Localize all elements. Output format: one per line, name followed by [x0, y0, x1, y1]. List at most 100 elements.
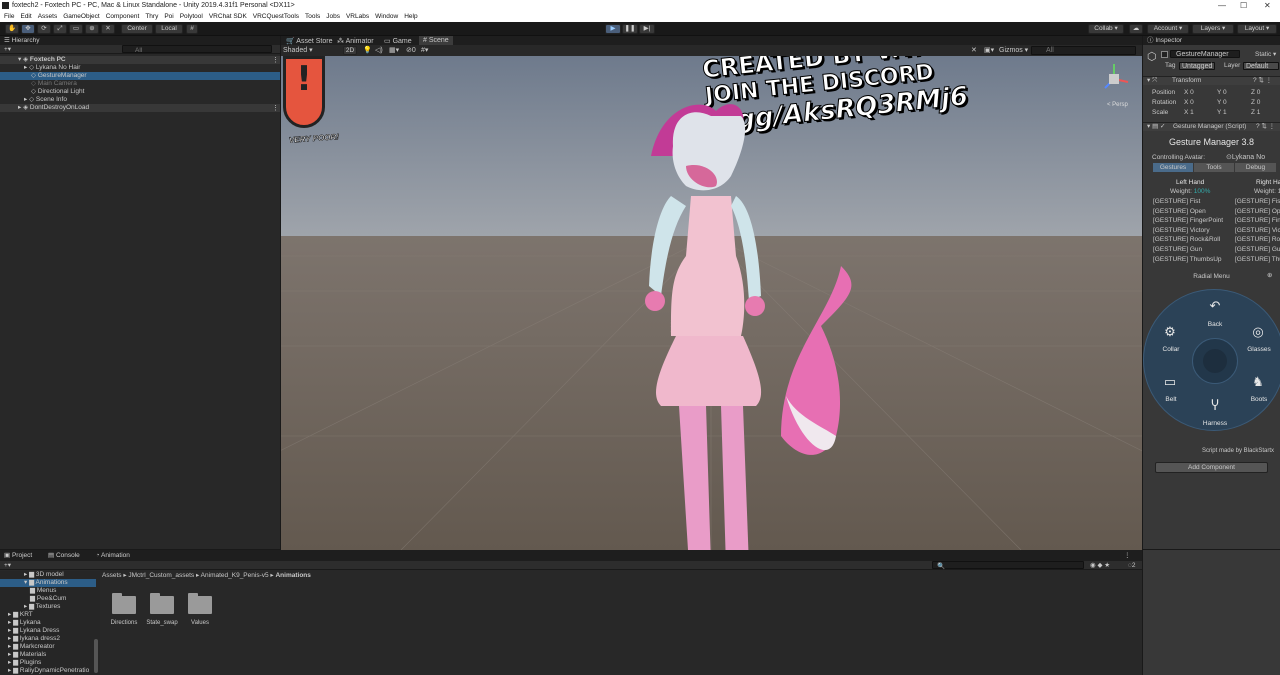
grid-snap-icon[interactable]: #	[186, 24, 198, 34]
maximize-button[interactable]: ☐	[1240, 0, 1247, 11]
scale-tool-icon[interactable]: ⤢	[53, 24, 67, 34]
gesture-left-fingerpoint[interactable]: [GESTURE] FingerPoint	[1153, 217, 1223, 225]
gesture-right-open[interactable]: [GESTURE] Ope	[1235, 208, 1280, 216]
hierarchy-search-input[interactable]: All	[122, 45, 272, 54]
hierarchy-item-scene-info[interactable]: ▸ ◇ Scene Info	[0, 96, 280, 104]
hierarchy-item-dontdestroyonload[interactable]: ▸ ◈ DontDestroyOnLoad	[0, 104, 280, 112]
move-tool-icon[interactable]: ✥	[21, 24, 35, 34]
tree-item-lykana-dress2[interactable]: ▸ ▆ lykana dress2	[8, 635, 60, 643]
layer-dropdown[interactable]: Default	[1243, 62, 1279, 70]
hand-tool-icon[interactable]: ✋	[5, 24, 19, 34]
hierarchy-item-gesturemanager[interactable]: ◇ GestureManager	[0, 72, 280, 80]
audio-icon[interactable]: ◁)	[375, 46, 383, 54]
account-dropdown[interactable]: Account ▾	[1147, 24, 1189, 34]
close-button[interactable]: ✕	[1264, 0, 1271, 11]
static-dropdown[interactable]: Static ▾	[1255, 51, 1276, 59]
scene-search-input[interactable]: All	[1031, 46, 1136, 55]
hidden-objects-icon[interactable]: ⊘0	[406, 46, 416, 54]
gesture-right-gun[interactable]: [GESTURE] Gun	[1235, 246, 1280, 254]
rotation-z[interactable]: Z 0	[1251, 99, 1260, 107]
breadcrumb-assets[interactable]: Assets	[102, 572, 122, 579]
menu-vrchat-sdk[interactable]: VRChat SDK	[209, 11, 247, 22]
radial-harness-label[interactable]: Harness	[1195, 420, 1235, 427]
back-icon[interactable]: ↶	[1205, 298, 1225, 314]
scene-viewport[interactable]: CREATED BY V.T. JOIN THE DISCORD d.gg/Ak…	[281, 56, 1142, 550]
belt-icon[interactable]: ▭	[1160, 374, 1180, 390]
layout-dropdown[interactable]: Layout ▾	[1237, 24, 1277, 34]
tab-debug[interactable]: Debug	[1235, 163, 1276, 172]
breadcrumb-jmctrl[interactable]: JMctrl_Custom_assets	[128, 572, 194, 579]
folder-icon[interactable]	[112, 593, 136, 614]
add-component-button[interactable]: Add Component	[1155, 462, 1268, 473]
tag-dropdown[interactable]: Untagged	[1179, 62, 1215, 70]
tree-item-lykana[interactable]: ▸ ▆ Lykana	[8, 619, 41, 627]
hierarchy-item-directional-light[interactable]: ◇ Directional Light	[0, 88, 280, 96]
menu-thry[interactable]: Thry	[145, 11, 158, 22]
minimize-button[interactable]: —	[1218, 0, 1226, 11]
scene-menu-icon[interactable]: ⋮	[272, 104, 279, 112]
scale-y[interactable]: Y 1	[1217, 109, 1227, 117]
gesture-right-thumbsup[interactable]: [GESTURE] Thum	[1235, 256, 1280, 264]
tab-console[interactable]: ▤ Console	[48, 552, 80, 559]
collar-icon[interactable]: ⚙	[1160, 324, 1180, 340]
play-button[interactable]: ▶	[605, 24, 621, 34]
pivot-local-button[interactable]: Local	[155, 24, 183, 34]
tree-item-materials[interactable]: ▸ ▆ Materials	[8, 651, 46, 659]
menu-window[interactable]: Window	[375, 11, 398, 22]
create-asset-icon[interactable]: +▾	[4, 561, 11, 570]
custom-tool-icon[interactable]: ✕	[101, 24, 115, 34]
gesture-left-gun[interactable]: [GESTURE] Gun	[1153, 246, 1202, 254]
scene-orientation-gizmo[interactable]	[1097, 62, 1131, 96]
collab-button[interactable]: Collab ▾	[1088, 24, 1124, 34]
radial-add-icon[interactable]: ⊕	[1267, 272, 1272, 280]
pivot-center-button[interactable]: Center	[121, 24, 153, 34]
glasses-icon[interactable]: ◎	[1248, 324, 1268, 340]
step-button[interactable]: ▶|	[639, 24, 655, 34]
transform-header[interactable]: ▾ ⤧ Transform ? ⇅ ⋮	[1143, 76, 1280, 85]
tab-tools[interactable]: Tools	[1194, 163, 1234, 172]
rect-tool-icon[interactable]: ▭	[69, 24, 83, 34]
menu-help[interactable]: Help	[404, 11, 417, 22]
tab-game[interactable]: ▭ Game	[384, 37, 412, 45]
harness-icon[interactable]: Ⴤ	[1205, 398, 1225, 414]
breadcrumb-animations[interactable]: Animations	[275, 572, 310, 579]
add-object-icon[interactable]: +▾	[4, 45, 11, 54]
gesture-left-rockroll[interactable]: [GESTURE] Rock&Roll	[1153, 236, 1220, 244]
menu-jobs[interactable]: Jobs	[326, 11, 340, 22]
script-header[interactable]: ▾ ▤ ✓ Gesture Manager (Script) ? ⇅ ⋮	[1143, 122, 1280, 131]
folder-directions-label[interactable]: Directions	[104, 620, 144, 626]
gesture-left-open[interactable]: [GESTURE] Open	[1153, 208, 1206, 216]
gesture-left-thumbsup[interactable]: [GESTURE] ThumbsUp	[1153, 256, 1222, 264]
rotation-x[interactable]: X 0	[1184, 99, 1194, 107]
effects-icon[interactable]: ▦▾	[389, 46, 399, 54]
rotate-tool-icon[interactable]: ⟳	[37, 24, 51, 34]
folder-icon[interactable]	[188, 593, 212, 614]
rotation-y[interactable]: Y 0	[1217, 99, 1227, 107]
hierarchy-item-lykana[interactable]: ▸ ◇ Lykana No Hair	[0, 64, 280, 72]
gesture-left-fist[interactable]: [GESTURE] Fist	[1153, 198, 1200, 206]
shading-dropdown[interactable]: Shaded ▾	[283, 46, 313, 54]
tree-scrollbar[interactable]	[94, 639, 98, 673]
persp-label[interactable]: < Persp	[1107, 102, 1128, 108]
tree-item-krt[interactable]: ▸ ▆ KRT	[8, 611, 33, 619]
folder-icon[interactable]	[150, 593, 174, 614]
position-y[interactable]: Y 0	[1217, 89, 1227, 97]
radial-boots-label[interactable]: Boots	[1239, 396, 1279, 403]
transform-tool-icon[interactable]: ⊕	[85, 24, 99, 34]
breadcrumb-animated-k9[interactable]: Animated_K9_Penis-v5	[201, 572, 269, 579]
tree-item-pee-cum[interactable]: ▆ Pee&Cum	[30, 595, 66, 603]
tree-item-animations[interactable]: ▾ ▆ Animations	[0, 579, 96, 587]
hierarchy-item-main-camera[interactable]: ◇ Main Camera	[0, 80, 280, 88]
gizmos-dropdown[interactable]: Gizmos ▾	[999, 46, 1028, 54]
menu-edit[interactable]: Edit	[20, 11, 31, 22]
tab-scene[interactable]: # Scene	[419, 36, 453, 45]
camera-icon[interactable]: ▣▾	[984, 46, 994, 54]
active-checkbox[interactable]	[1161, 51, 1168, 58]
transform-options-icon[interactable]: ? ⇅ ⋮	[1253, 77, 1272, 85]
position-x[interactable]: X 0	[1184, 89, 1194, 97]
grid-icon[interactable]: #▾	[421, 46, 428, 54]
filter-type-icon[interactable]: ◉ ◆ ★	[1090, 561, 1110, 570]
boots-icon[interactable]: ♞	[1248, 374, 1268, 390]
gesture-right-victory[interactable]: [GESTURE] Victo	[1235, 227, 1280, 235]
tree-item-3d-model[interactable]: ▸ ▆ 3D model	[24, 571, 64, 579]
